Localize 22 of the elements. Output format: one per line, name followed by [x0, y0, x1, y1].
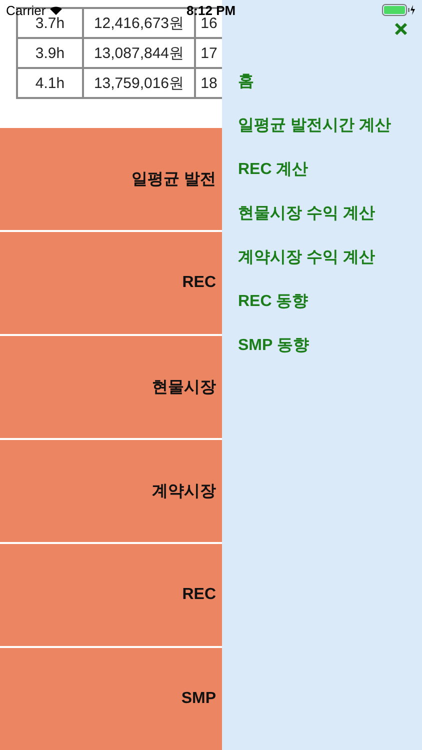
battery-icon: [382, 4, 416, 16]
table-cell: 13,087,844원: [84, 39, 196, 69]
table-cell: 3.9h: [18, 39, 84, 69]
drawer-menu-item[interactable]: 계약시장 수익 계산: [238, 237, 375, 278]
carrier-label: Carrier: [6, 2, 46, 18]
menu-button[interactable]: SMP: [0, 648, 222, 750]
menu-button[interactable]: 계약시장: [0, 440, 222, 542]
wifi-icon: [48, 4, 63, 16]
menu-button[interactable]: 일평균 발전: [0, 128, 222, 230]
drawer-menu-item[interactable]: REC 계산: [238, 149, 308, 190]
status-time: 8:12 PM: [186, 2, 236, 18]
drawer-menu-item[interactable]: REC 동향: [238, 281, 308, 322]
drawer-menu-item[interactable]: 현물시장 수익 계산: [238, 193, 375, 234]
drawer-menu-item[interactable]: 일평균 발전시간 계산: [238, 105, 391, 146]
drawer-menu-item[interactable]: SMP 동향: [238, 325, 309, 366]
table-cell: 13,759,016원: [84, 69, 196, 99]
close-icon[interactable]: [394, 22, 408, 36]
table-cell: 4.1h: [18, 69, 84, 99]
drawer-menu-item[interactable]: 홈: [238, 61, 254, 102]
menu-button[interactable]: 현물시장: [0, 336, 222, 438]
menu-button[interactable]: REC: [0, 232, 222, 334]
menu-button[interactable]: REC: [0, 544, 222, 646]
